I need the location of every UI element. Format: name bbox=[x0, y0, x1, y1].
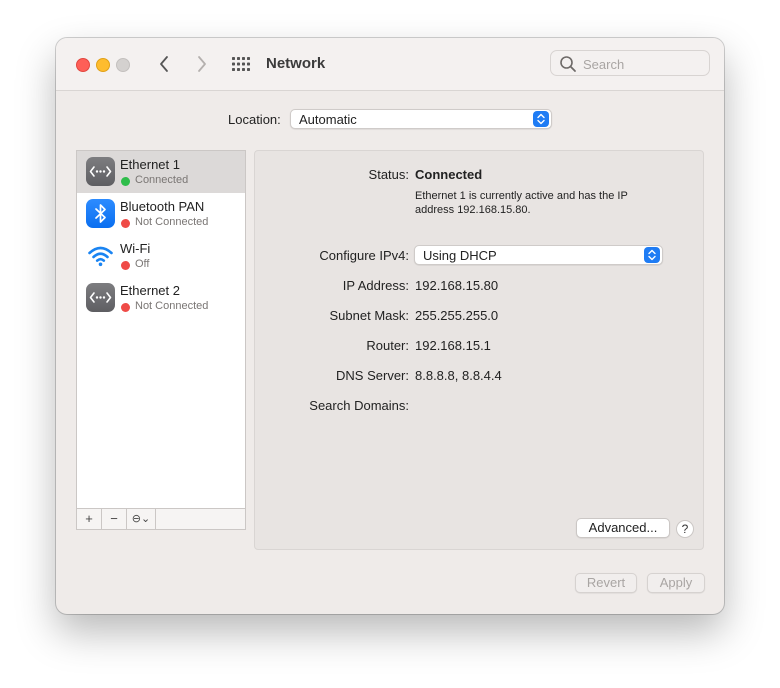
network-window: Network Location: Automatic bbox=[56, 38, 724, 614]
apply-button[interactable]: Apply bbox=[647, 573, 705, 593]
help-button[interactable]: ? bbox=[676, 520, 694, 538]
search-domains-label: Search Domains: bbox=[309, 398, 409, 413]
service-name: Wi-Fi bbox=[120, 241, 151, 256]
remove-service-button[interactable]: − bbox=[102, 509, 127, 529]
status-description: Ethernet 1 is currently active and has t… bbox=[415, 190, 628, 216]
search-input[interactable] bbox=[581, 54, 705, 74]
dns-server-label: DNS Server: bbox=[336, 368, 409, 383]
forward-button[interactable] bbox=[190, 53, 212, 75]
detail-panel: Status: Connected Ethernet 1 is currentl… bbox=[254, 150, 704, 550]
search-icon bbox=[560, 56, 576, 72]
ethernet-icon bbox=[86, 157, 115, 186]
service-list-toolbar: + − ⊖⌄ bbox=[77, 508, 245, 529]
ip-address-value: 192.168.15.80 bbox=[415, 278, 499, 293]
location-value: Automatic bbox=[299, 112, 357, 127]
subnet-mask-value: 255.255.255.0 bbox=[415, 308, 499, 323]
status-value: Connected bbox=[415, 167, 483, 182]
location-select[interactable]: Automatic bbox=[290, 109, 552, 129]
zoom-button[interactable] bbox=[116, 58, 130, 72]
configure-ipv4-label: Configure IPv4: bbox=[319, 248, 409, 263]
show-all-button[interactable] bbox=[231, 55, 251, 73]
service-item-ethernet-1[interactable]: Ethernet 1 Connected bbox=[77, 151, 245, 193]
service-status: Off bbox=[135, 258, 150, 270]
status-dot bbox=[121, 261, 130, 270]
configure-ipv4-value: Using DHCP bbox=[423, 248, 497, 263]
service-item-ethernet-2[interactable]: Ethernet 2 Not Connected bbox=[77, 277, 245, 319]
bluetooth-icon bbox=[86, 199, 115, 228]
revert-button[interactable]: Revert bbox=[575, 573, 637, 593]
router-label: Router: bbox=[366, 338, 409, 353]
advanced-button[interactable]: Advanced... bbox=[576, 518, 670, 538]
status-dot bbox=[121, 303, 130, 312]
wifi-icon bbox=[86, 241, 115, 270]
updown-chevron-icon bbox=[533, 111, 549, 127]
service-status: Not Connected bbox=[135, 216, 209, 228]
ip-address-label: IP Address: bbox=[342, 278, 409, 293]
window-title: Network bbox=[266, 55, 326, 72]
subnet-mask-label: Subnet Mask: bbox=[329, 308, 410, 323]
service-name: Ethernet 2 bbox=[120, 283, 180, 298]
router-value: 192.168.15.1 bbox=[415, 338, 491, 353]
location-label: Location: bbox=[228, 112, 281, 127]
grid-icon bbox=[232, 57, 250, 71]
back-button[interactable] bbox=[154, 53, 176, 75]
status-label: Status: bbox=[368, 167, 409, 182]
chevron-left-icon bbox=[160, 56, 168, 72]
dns-server-value: 8.8.8.8, 8.8.4.4 bbox=[415, 368, 502, 383]
service-status: Not Connected bbox=[135, 300, 209, 312]
action-menu-button[interactable]: ⊖⌄ bbox=[127, 509, 156, 529]
title-bar: Network bbox=[56, 38, 724, 91]
minimize-button[interactable] bbox=[96, 58, 110, 72]
close-button[interactable] bbox=[76, 58, 90, 72]
service-status: Connected bbox=[135, 174, 189, 186]
configure-ipv4-select[interactable]: Using DHCP bbox=[414, 245, 663, 265]
updown-chevron-icon bbox=[644, 247, 660, 263]
service-name: Ethernet 1 bbox=[120, 157, 180, 172]
status-dot bbox=[121, 219, 130, 228]
service-item-wifi[interactable]: Wi-Fi Off bbox=[77, 235, 245, 277]
chevron-right-icon bbox=[198, 56, 206, 72]
ethernet-icon bbox=[86, 283, 115, 312]
status-dot bbox=[121, 177, 130, 186]
service-list: Ethernet 1 Connected Bluetooth PAN Not C… bbox=[76, 150, 246, 530]
add-service-button[interactable]: + bbox=[77, 509, 102, 529]
service-item-bluetooth-pan[interactable]: Bluetooth PAN Not Connected bbox=[77, 193, 245, 235]
search-field[interactable] bbox=[550, 50, 710, 76]
service-name: Bluetooth PAN bbox=[120, 199, 205, 214]
